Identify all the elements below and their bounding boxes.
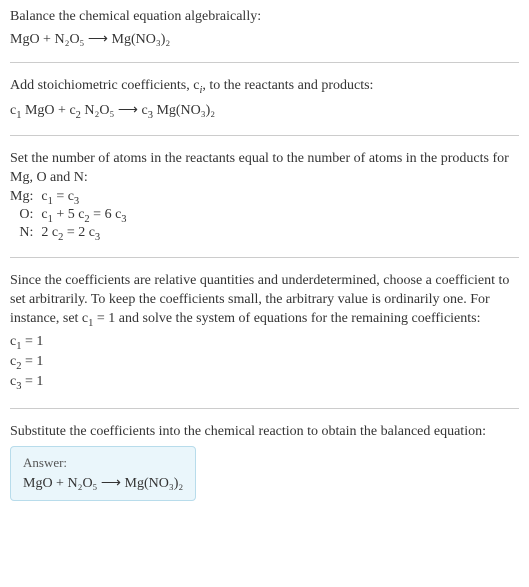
table-row: N: 2 c2 = 2 c3	[10, 225, 127, 243]
r2: N₂O₅ ⟶	[81, 103, 142, 118]
intro-section: Balance the chemical equation algebraica…	[10, 8, 519, 48]
divider	[10, 62, 519, 63]
row-label: N:	[10, 225, 41, 243]
step1-text-a: Add stoichiometric coefficients,	[10, 78, 193, 93]
step4-section: Substitute the coefficients into the che…	[10, 423, 519, 501]
step2-section: Set the number of atoms in the reactants…	[10, 150, 519, 243]
coeff-line: c3 = 1	[10, 373, 519, 393]
row-eq: 2 c2 = 2 c3	[41, 225, 126, 243]
divider	[10, 257, 519, 258]
step3-section: Since the coefficients are relative quan…	[10, 272, 519, 394]
coefficients-list: c1 = 1 c2 = 1 c3 = 1	[10, 333, 519, 394]
step1-section: Add stoichiometric coefficients, ci, to …	[10, 77, 519, 121]
r1: MgO +	[21, 103, 69, 118]
step1-text-b: , to the reactants and products:	[202, 78, 373, 93]
answer-equation: MgO + N₂O₅ ⟶ Mg(NO₃)₂	[23, 475, 183, 492]
intro-text: Balance the chemical equation algebraica…	[10, 8, 519, 27]
row-eq: c1 + 5 c2 = 6 c3	[41, 207, 126, 225]
step3-text: Since the coefficients are relative quan…	[10, 272, 519, 331]
answer-label: Answer:	[23, 455, 183, 471]
answer-box: Answer: MgO + N₂O₅ ⟶ Mg(NO₃)₂	[10, 446, 196, 501]
r3: Mg(NO₃)₂	[153, 103, 215, 118]
row-label: O:	[10, 207, 41, 225]
step1-equation: c1 MgO + c2 N₂O₅ ⟶ c3 Mg(NO₃)₂	[10, 102, 519, 121]
divider	[10, 408, 519, 409]
step4-text: Substitute the coefficients into the che…	[10, 423, 519, 442]
atom-balance-table: Mg: c1 = c3 O: c1 + 5 c2 = 6 c3 N: 2 c2 …	[10, 189, 127, 242]
coeff-line: c2 = 1	[10, 353, 519, 373]
row-eq: c1 = c3	[41, 189, 126, 207]
table-row: O: c1 + 5 c2 = 6 c3	[10, 207, 127, 225]
step1-text: Add stoichiometric coefficients, ci, to …	[10, 77, 519, 98]
row-label: Mg:	[10, 189, 41, 207]
intro-equation: MgO + N₂O₅ ⟶ Mg(NO₃)₂	[10, 31, 519, 48]
coeff-line: c1 = 1	[10, 333, 519, 353]
step2-text: Set the number of atoms in the reactants…	[10, 150, 519, 188]
divider	[10, 135, 519, 136]
table-row: Mg: c1 = c3	[10, 189, 127, 207]
